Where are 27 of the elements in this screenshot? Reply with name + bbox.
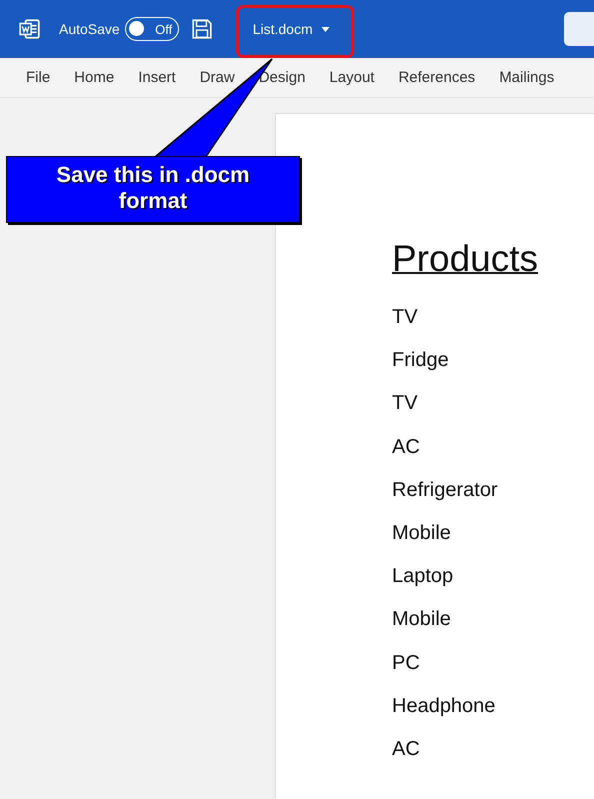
list-item-text: Headphone <box>392 694 496 719</box>
list-item-text: Mobile <box>392 607 451 632</box>
callout-box: Save this in .docm format <box>6 156 300 223</box>
ribbon-tab[interactable]: Insert <box>126 65 188 90</box>
word-icon[interactable] <box>19 18 41 40</box>
ribbon-tab[interactable]: Draw <box>188 65 247 90</box>
ribbon-tab[interactable]: Home <box>62 65 126 90</box>
ribbon-tab[interactable]: File <box>14 65 62 90</box>
file-name-button[interactable]: List.docm <box>244 17 338 41</box>
search-field[interactable] <box>564 12 594 46</box>
caret-icon <box>320 26 330 32</box>
autosave-label: AutoSave <box>59 21 120 37</box>
list-item-text: PC <box>392 650 420 676</box>
ribbon-tab[interactable]: Layout <box>317 65 386 90</box>
list-item-text: Mobile <box>392 521 451 546</box>
list-item-text: TV <box>392 305 418 330</box>
ribbon-tab[interactable]: References <box>386 65 488 90</box>
autosave-toggle[interactable]: Off <box>124 17 179 41</box>
list-item-text: AC <box>392 434 420 460</box>
list-item-text: Laptop <box>392 564 454 590</box>
list-item-text: Fridge <box>392 348 449 374</box>
ribbon-tab[interactable]: Mailings <box>487 65 566 90</box>
save-icon[interactable] <box>190 18 213 40</box>
list-item-text: Refrigerator <box>392 478 498 503</box>
list-item-text: AC <box>392 737 420 762</box>
document-heading: Products <box>392 238 538 280</box>
list-item-text: TV <box>392 391 418 416</box>
